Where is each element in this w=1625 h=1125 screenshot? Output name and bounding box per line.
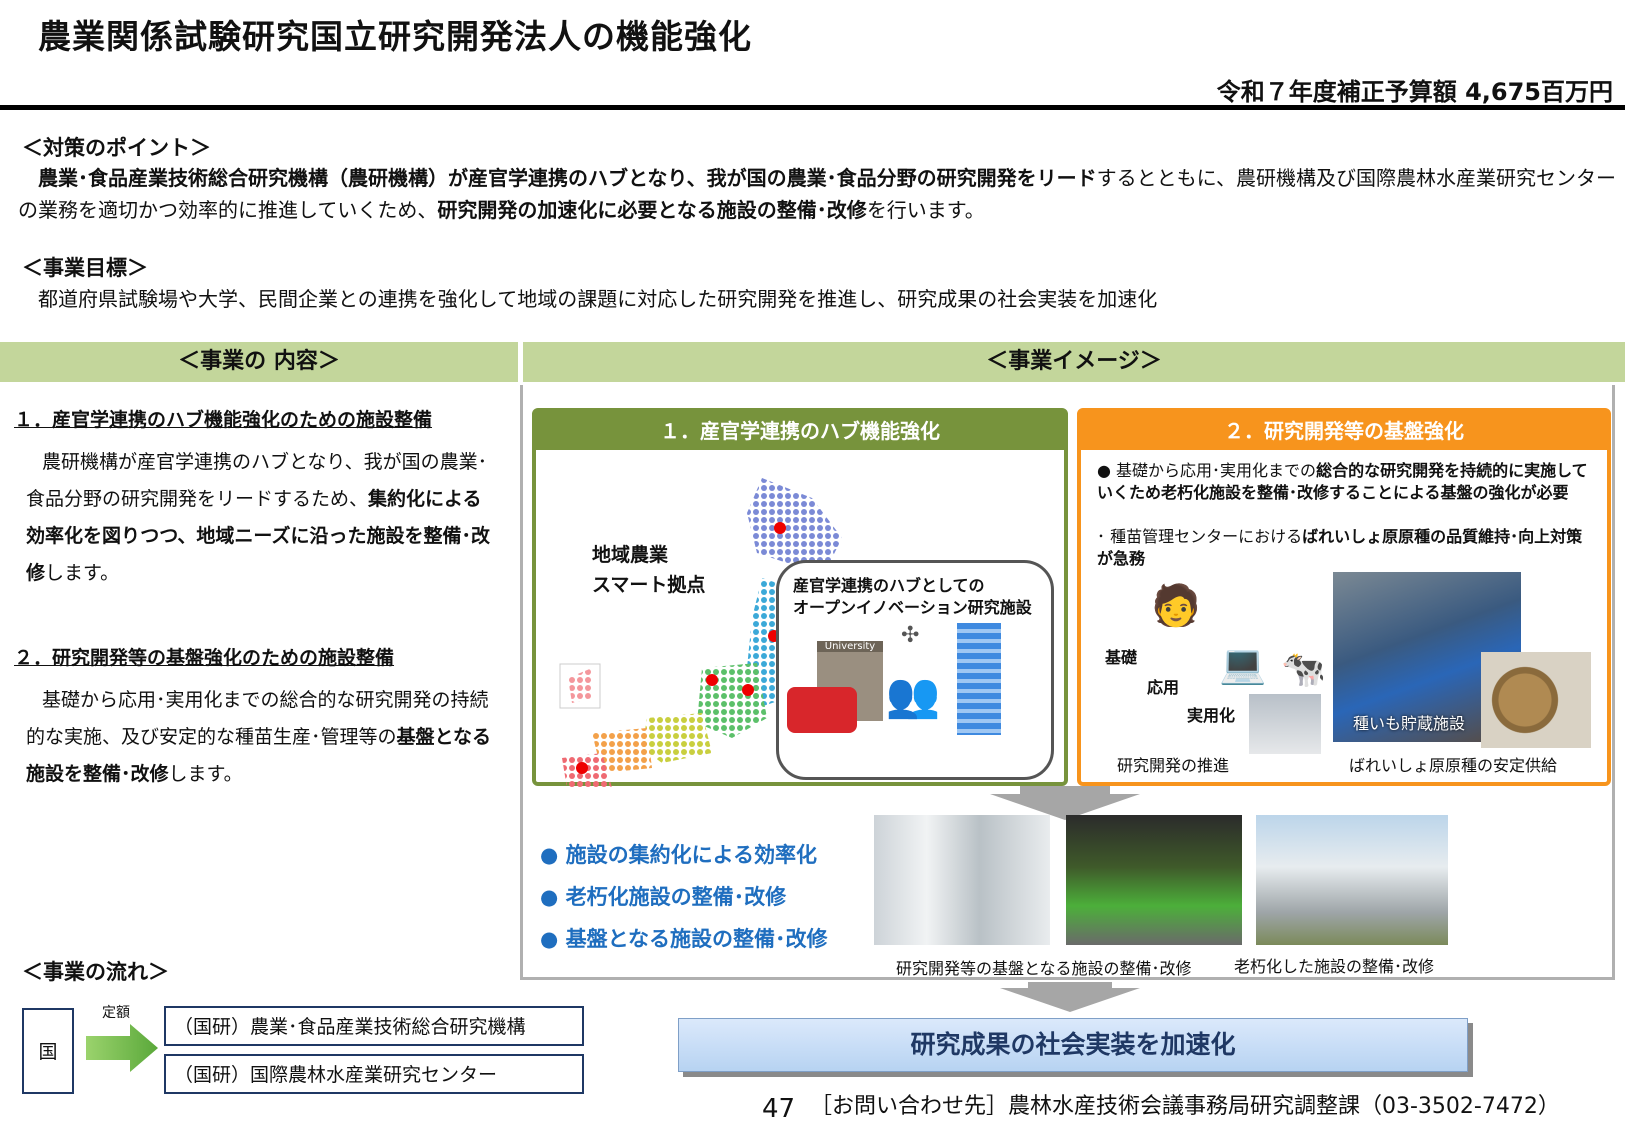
contact-info: ［お問い合わせ先］農林水産技術会議事務局研究調整課（03-3502-7472） [810,1094,1560,1119]
left-heading-1: １．産官学連携のハブ機能強化のための施設整備 [14,409,433,431]
storage-photo-label: 種いも貯蔵施設 [1353,714,1466,733]
potato-caption: ばれいしょ原原種の安定供給 [1349,756,1558,775]
left-p1-end: します。 [45,562,120,584]
foundation-panel-header: ２．研究開発等の基盤強化 [1081,412,1607,450]
drone-icon: ✣ [901,623,920,648]
hub-marker [576,762,588,774]
facility-bullet: ● 基盤となる施設の整備･改修 [540,927,828,951]
flow-arrow-label: 定額 [102,1005,130,1021]
flow-source-box: 国 [22,1008,74,1094]
facility-bullets: ● 施設の集約化による効率化 ● 老朽化施設の整備･改修 ● 基盤となる施設の整… [540,834,828,960]
old-building-photo [1256,815,1448,945]
office-building-icon [957,623,1001,735]
stage-practical: 実用化 [1187,706,1236,725]
left-paragraph-1: 農研機構が産官学連携のハブとなり、我が国の農業･食品分野の研究開発をリードするた… [26,444,496,592]
points-text: 農業･食品産業技術総合研究機構（農研機構）が産官学連携のハブとなり、我が国の農業… [18,162,1618,226]
cow-icon: 🐄 [1281,649,1326,690]
hub-marker [774,522,786,534]
points-bold-1: 農業･食品産業技術総合研究機構（農研機構）が産官学連携のハブとなり、我が国の農業… [38,166,1097,190]
facility-bullet: ● 老朽化施設の整備･改修 [540,885,787,909]
result-banner: 研究成果の社会実装を加速化 [678,1018,1468,1072]
photo-caption-2: 老朽化した施設の整備･改修 [1234,957,1435,976]
hub-marker [706,674,718,686]
hub-panel-header: １．産官学連携のハブ機能強化 [536,412,1064,450]
hub-panel: １．産官学連携のハブ機能強化 地域農業 スマート拠点 産官学連携のハブとしての … [532,408,1068,788]
content-header-bar: ＜事業の 内容＞ [0,342,518,382]
recipient-box-jircas: （国研）国際農林水産業研究センター [164,1054,584,1094]
kinki-region [642,713,712,763]
foundation-panel: ２．研究開発等の基盤強化 ● 基礎から応用･実用化までの総合的な研究開発を持続的… [1077,408,1611,786]
points-plain-2: を行います。 [866,198,985,222]
goal-heading: ＜事業目標＞ [22,256,148,280]
research-caption: 研究開発の推進 [1117,756,1230,775]
chubu-region [697,663,767,738]
facility-bullet: ● 施設の集約化による効率化 [540,843,818,867]
seed-bottles-photo [1249,694,1321,754]
budget-amount: 令和７年度補正予算額 4,675百万円 [1216,78,1613,106]
open-innovation-bubble: 産官学連携のハブとしての オープンイノベーション研究施設 University … [776,560,1054,780]
foundation-bullet-1: ● 基礎から応用･実用化までの総合的な研究開発を持続的に実施していくため老朽化施… [1097,461,1588,502]
page-number: 47 [762,1094,796,1124]
potato-photo [1481,652,1591,748]
image-header-bar: ＜事業イメージ＞ [523,342,1625,382]
foundation-bullet-1-plain: 基礎から応用･実用化までの [1116,461,1317,480]
scientist-icon: 🧑 [1151,583,1201,629]
photo-caption-1: 研究開発等の基盤となる施設の整備･改修 [896,959,1192,978]
title-divider [0,105,1625,110]
left-heading-2: ２．研究開発等の基盤強化のための施設整備 [14,647,395,669]
down-arrow-icon [1000,982,1140,1012]
lab-equipment-photo [874,815,1050,945]
hub-marker [742,684,754,696]
foundation-bullet-2-plain: 種苗管理センターにおける [1110,527,1303,546]
stage-applied: 応用 [1147,678,1180,697]
green-machinery-photo [1066,815,1242,945]
right-arrow-icon [86,1024,158,1072]
page-title: 農業関係試験研究国立研究開発法人の機能強化 [38,17,752,56]
stage-basic: 基礎 [1105,648,1138,667]
recipient-box-naro: （国研）農業･食品産業技術総合研究機構 [164,1006,584,1046]
tractor-icon [787,687,857,733]
flow-heading: ＜事業の流れ＞ [22,960,169,984]
foundation-bullet-2: ･ 種苗管理センターにおけるばれいしょ原原種の品質維持･向上対策が急務 [1097,527,1583,568]
researcher-laptop-icon: 💻 [1219,642,1267,686]
points-heading: ＜対策のポイント＞ [22,136,211,160]
bubble-label: 産官学連携のハブとしての オープンイノベーション研究施設 [793,576,1032,617]
left-p2-end: します。 [168,763,243,785]
university-sign: University [817,641,883,652]
people-group-icon: 👥 [885,670,941,721]
left-paragraph-2: 基礎から応用･実用化までの総合的な研究開発の持続的な実施、及び安定的な種苗生産･… [26,682,502,793]
okinawa-inset [568,668,592,703]
research-illustration: 🧑 💻 🐄 [1111,582,1331,702]
points-bold-2: 研究開発の加速化に必要となる施設の整備･改修 [437,198,867,222]
goal-text: 都道府県試験場や大学、民間企業との連携を強化して地域の課題に対応した研究開発を推… [38,287,1158,311]
